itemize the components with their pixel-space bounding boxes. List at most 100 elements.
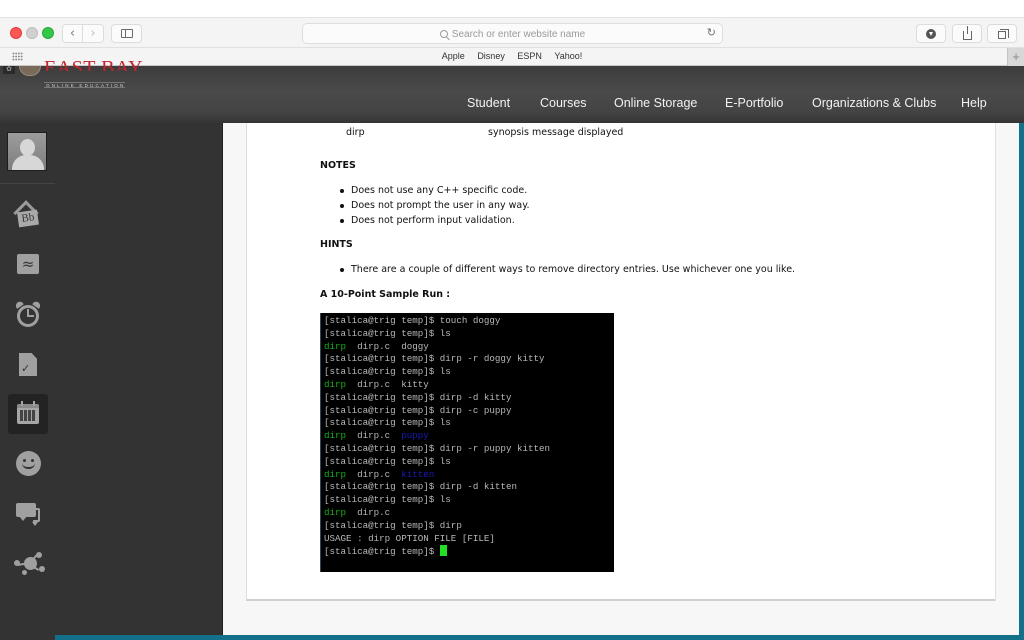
terminal-line: [stalica@trig temp]$ dirp -c puppy (324, 405, 614, 418)
terminal-line: dirp dirp.c (324, 507, 614, 520)
terminal-line: [stalica@trig temp]$ ls (324, 456, 614, 469)
terminal-line: dirp dirp.c kitty (324, 379, 614, 392)
terminal-line: [stalica@trig temp]$ dirp -r puppy kitte… (324, 443, 614, 456)
terminal-text: [stalica@trig temp]$ dirp -d kitten (324, 481, 517, 493)
window-maximize-button[interactable] (42, 27, 54, 39)
favorite-apple[interactable]: Apple (442, 51, 465, 61)
forward-button[interactable]: › (83, 24, 104, 43)
terminal-text: [stalica@trig temp]$ ls (324, 417, 451, 429)
sidebar-icon (120, 29, 133, 38)
back-button[interactable]: ‹ (62, 24, 83, 43)
share-button[interactable] (952, 24, 982, 43)
nav-help[interactable]: Help (961, 96, 987, 110)
blackboard-home-icon: Bb (17, 209, 39, 228)
terminal-executable: dirp (324, 506, 347, 518)
university-seal-logo (19, 66, 41, 76)
favorite-yahoo[interactable]: Yahoo! (554, 51, 582, 61)
terminal-line: [stalica@trig temp]$ dirp -d kitten (324, 481, 614, 494)
screen-top-bar (0, 0, 1024, 18)
terminal-line: [stalica@trig temp]$ ls (324, 366, 614, 379)
terminal-text: [stalica@trig temp]$ ls (324, 455, 451, 467)
terminal-line: USAGE : dirp OPTION FILE [FILE] (324, 533, 614, 546)
sample-run-heading: A 10-Point Sample Run : (320, 289, 451, 300)
list-item: Does not prompt the user in any way. (320, 199, 529, 214)
chat-tail-back (32, 522, 38, 526)
terminal-text: dirp.c (346, 430, 402, 442)
terminal-executable: dirp (324, 430, 347, 442)
chat-icon (16, 503, 36, 517)
browser-toolbar: ‹ › Search or enter website name ↻ (0, 18, 1024, 47)
sidebar-item-messages[interactable] (8, 494, 48, 534)
alarm-hand-hour (27, 315, 34, 317)
terminal-line: dirp dirp.c doggy (324, 341, 614, 354)
chevron-left-icon: ‹ (69, 26, 76, 41)
gear-icon[interactable]: ✿ (3, 66, 15, 74)
chevron-right-icon: › (90, 26, 96, 41)
sidebar-item-home[interactable]: Bb (8, 195, 48, 235)
downloads-button[interactable] (916, 24, 946, 43)
avatar[interactable] (7, 132, 47, 171)
sidebar-item-network[interactable] (8, 542, 48, 582)
new-tab-button[interactable]: + (1007, 48, 1024, 66)
search-icon (439, 30, 448, 38)
list-item: There are a couple of different ways to … (320, 263, 795, 278)
window-minimize-button[interactable] (26, 27, 38, 39)
terminal-text: [stalica@trig temp]$ ls (324, 327, 451, 339)
terminal-line: [stalica@trig temp]$ dirp -d kitty (324, 392, 614, 405)
favorite-disney[interactable]: Disney (477, 51, 505, 61)
nav-organizations-clubs[interactable]: Organizations & Clubs (812, 96, 936, 110)
favorite-espn[interactable]: ESPN (517, 51, 542, 61)
favorites-bar: Apple Disney ESPN Yahoo! + (0, 47, 1024, 66)
sidebar-item-social[interactable] (8, 443, 48, 483)
network-icon (24, 557, 37, 570)
terminal-cursor (439, 545, 447, 557)
notes-list: Does not use any C++ specific code. Does… (320, 184, 529, 229)
main-nav: Student Courses Online Storage E-Portfol… (0, 96, 1024, 116)
terminal-text: [stalica@trig temp]$ dirp -r doggy kitty (324, 353, 545, 365)
logo-title[interactable]: EAST BAY (44, 58, 143, 71)
chat-tail (19, 516, 27, 521)
avatar-head (20, 139, 35, 156)
tabs-icon (998, 29, 1009, 39)
terminal-text: dirp.c (346, 506, 391, 518)
scrollbar-strip[interactable] (1019, 123, 1024, 640)
address-placeholder-wrap: Search or enter website name (439, 29, 586, 40)
sidebar-item-calendar[interactable] (8, 394, 48, 434)
smiley-eye (31, 459, 34, 462)
terminal-line: [stalica@trig temp]$ touch doggy (324, 315, 614, 328)
terminal-line: [stalica@trig temp]$ ls (324, 494, 614, 507)
sidebar-item-alerts[interactable] (8, 295, 48, 335)
window-close-button[interactable] (10, 27, 22, 39)
sidebar-item-assignments[interactable]: ✓ (8, 345, 48, 385)
nav-online-storage[interactable]: Online Storage (614, 96, 697, 110)
sidebar-divider (0, 183, 55, 184)
right-gutter (1002, 123, 1019, 635)
nav-e-portfolio[interactable]: E-Portfolio (725, 96, 783, 110)
show-sidebar-button[interactable] (111, 24, 142, 43)
terminal-executable: dirp (324, 340, 347, 352)
terminal-text: [stalica@trig temp]$ ls (324, 494, 451, 506)
site-header: ✿ EAST BAY ONLINE EDUCATION Student Cour… (0, 58, 1024, 123)
calendar-ring (21, 401, 23, 406)
terminal-text: dirp.c kitty (346, 378, 429, 390)
reload-icon[interactable]: ↻ (707, 26, 716, 39)
bottom-accent-strip (55, 635, 1024, 640)
address-bar[interactable]: Search or enter website name ↻ (302, 23, 723, 44)
avatar-body (12, 155, 44, 170)
terminal-text: [stalica@trig temp]$ dirp -c puppy (324, 404, 512, 416)
nav-courses[interactable]: Courses (540, 96, 587, 110)
tab-overview-button[interactable] (987, 24, 1017, 43)
network-node (14, 560, 20, 566)
sidebar-item-grades[interactable]: ≈ (8, 245, 48, 285)
terminal-screenshot: [stalica@trig temp]$ touch doggy [stalica… (320, 313, 614, 572)
nav-student[interactable]: Student (467, 96, 510, 110)
terminal-file-highlight: puppy (401, 430, 429, 442)
smiley-eye (23, 459, 26, 462)
terminal-text: USAGE : dirp OPTION FILE [FILE] (324, 532, 495, 544)
hints-heading: HINTS (320, 239, 353, 250)
terminal-text: [stalica@trig temp]$ ls (324, 366, 451, 378)
address-placeholder: Search or enter website name (451, 29, 586, 40)
network-node (22, 570, 27, 575)
calendar-ring (33, 401, 35, 406)
terminal-executable: dirp (324, 468, 347, 480)
